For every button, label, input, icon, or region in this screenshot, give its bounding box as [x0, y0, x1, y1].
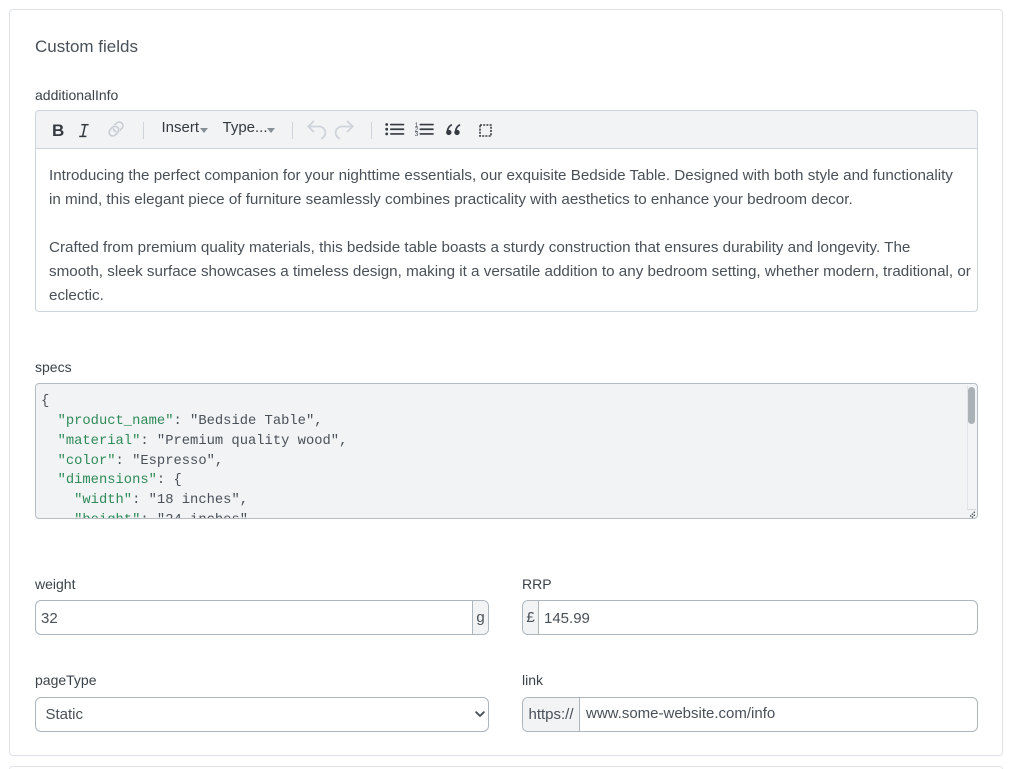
svg-text:3: 3 [415, 131, 419, 137]
